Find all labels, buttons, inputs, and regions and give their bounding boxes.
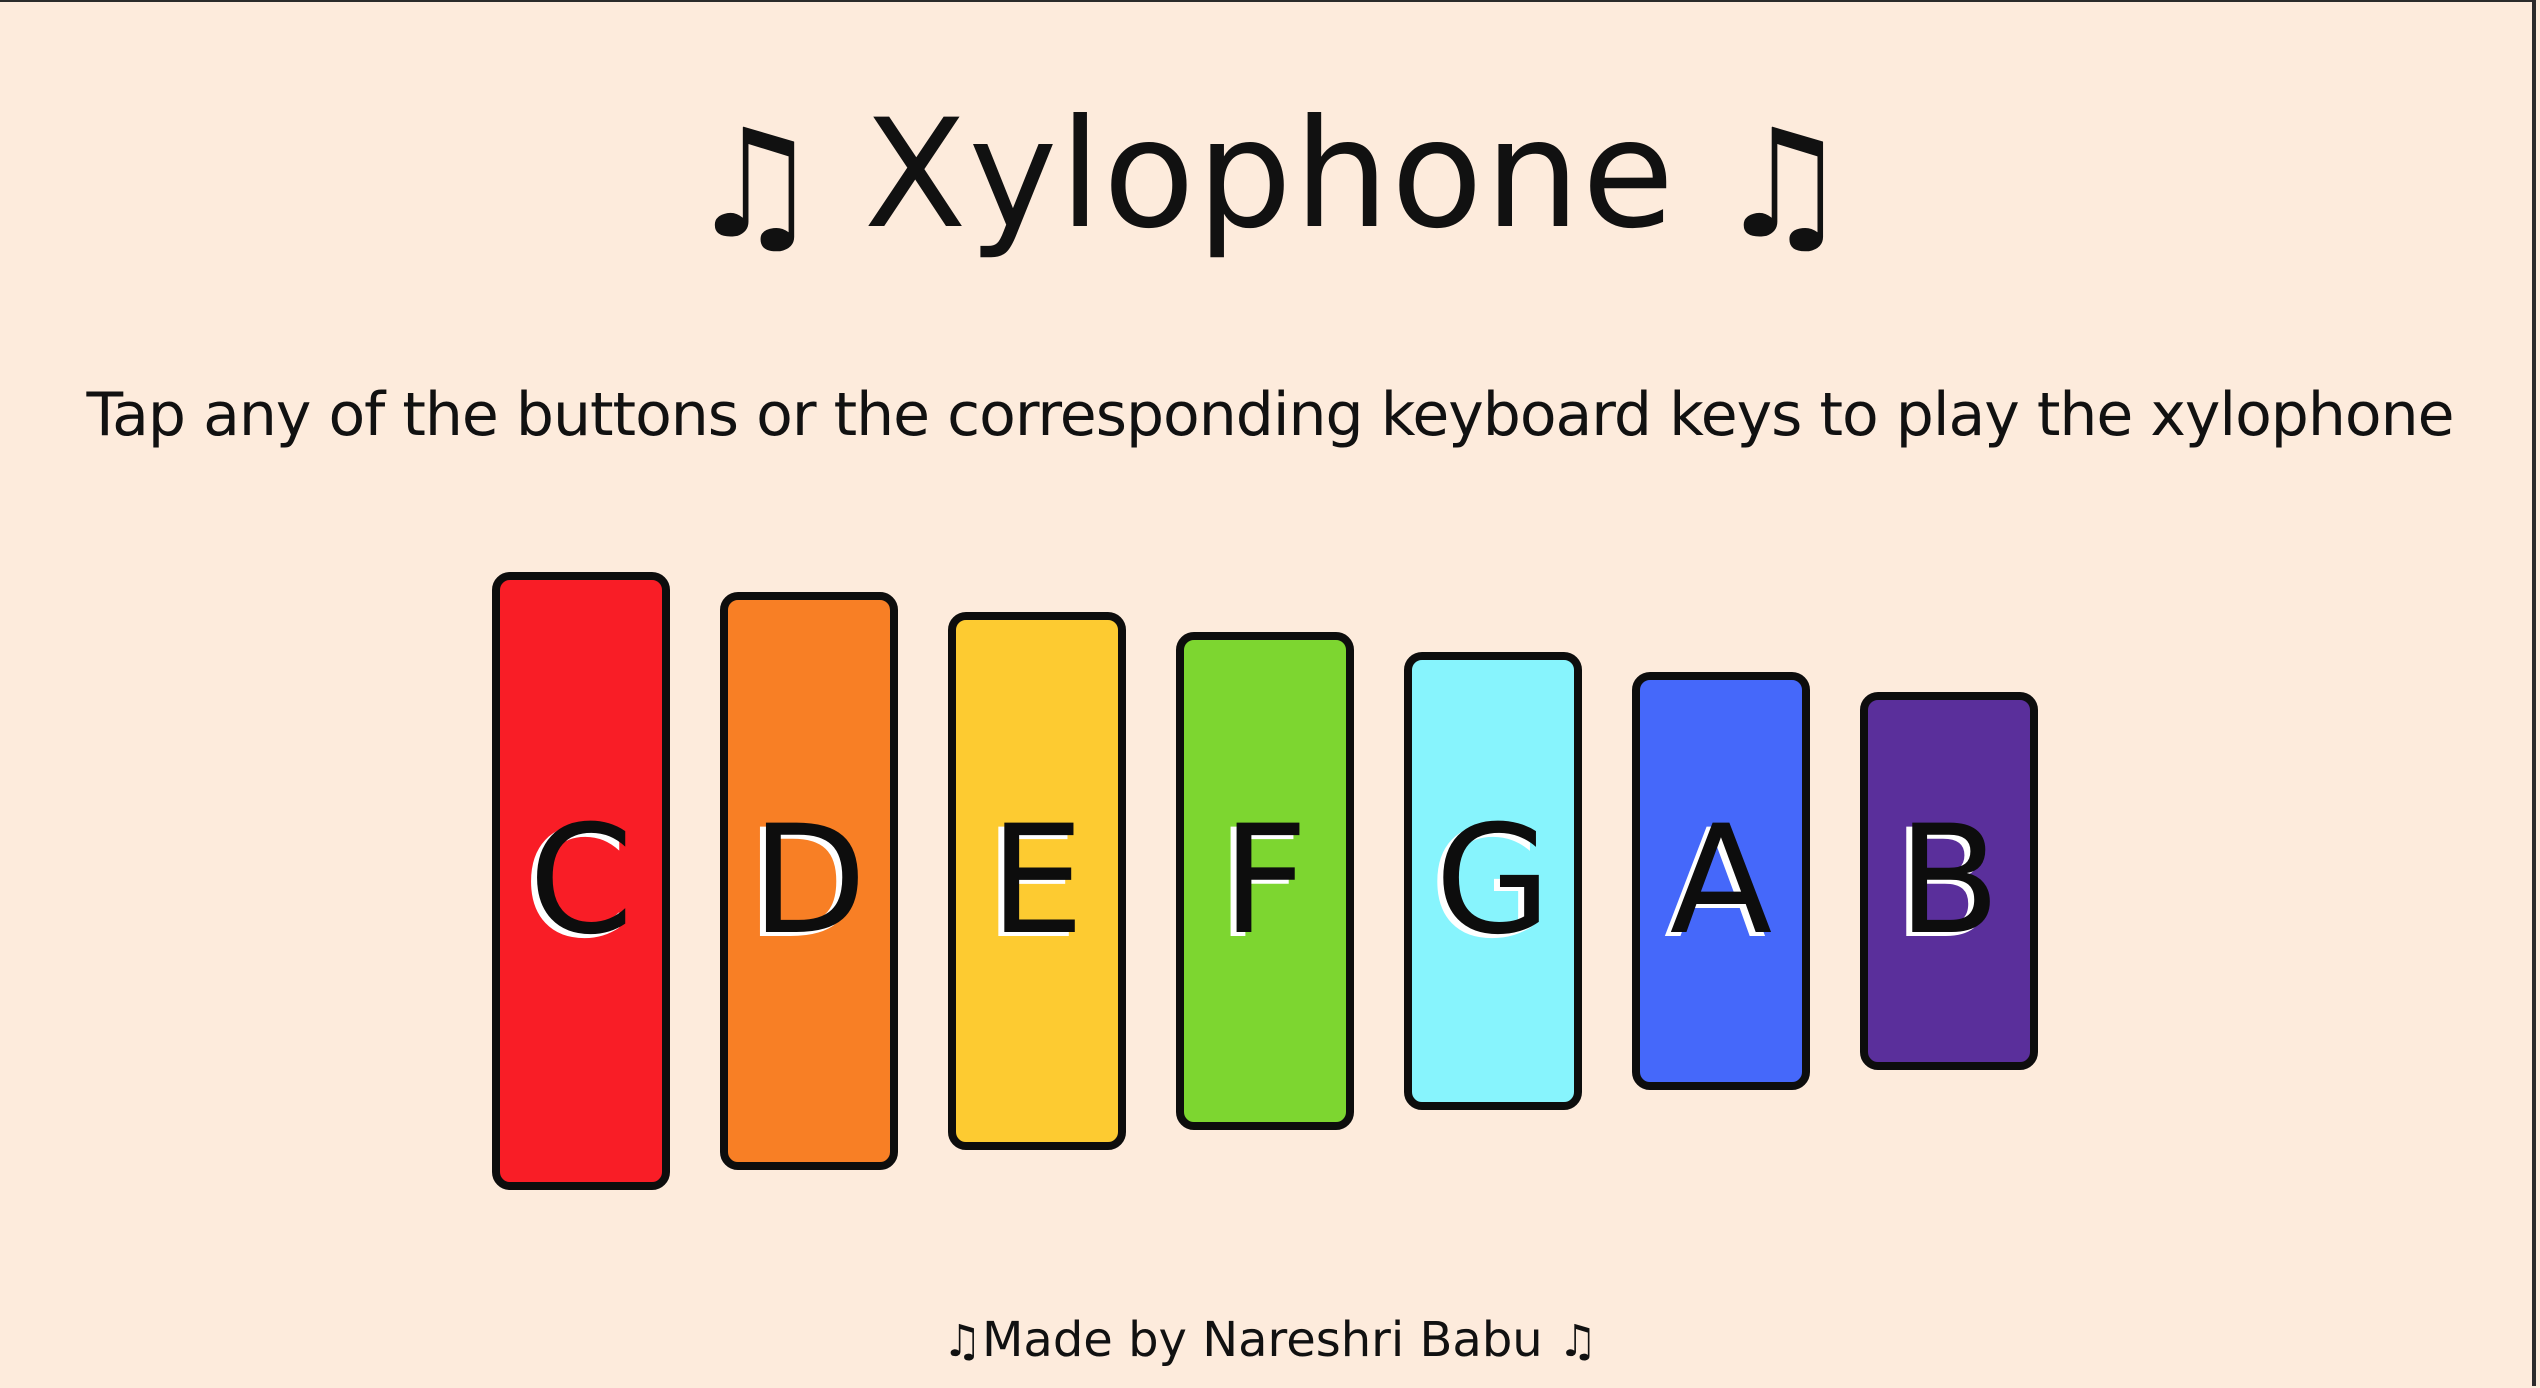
key-c-button[interactable]: C: [492, 572, 670, 1190]
music-note-icon: ♫: [1558, 1316, 1598, 1367]
key-f-button[interactable]: F: [1176, 632, 1354, 1130]
key-d-button[interactable]: D: [720, 592, 898, 1170]
key-e-button[interactable]: E: [948, 612, 1126, 1150]
music-note-icon: ♫: [942, 1316, 982, 1367]
key-label: D: [751, 794, 867, 968]
footer-credit: Made by Nareshri Babu: [981, 1312, 1543, 1368]
key-b-button[interactable]: B: [1860, 692, 2038, 1070]
key-label: F: [1221, 794, 1309, 968]
footer: ♫Made by Nareshri Babu ♫: [0, 1305, 2540, 1377]
key-a-button[interactable]: A: [1632, 672, 1810, 1090]
key-label: C: [528, 794, 634, 968]
key-label: B: [1897, 794, 2001, 968]
xylophone-keys: C D E F G A B: [0, 0, 2540, 1388]
key-g-button[interactable]: G: [1404, 652, 1582, 1110]
key-label: A: [1669, 794, 1773, 968]
key-label: E: [989, 794, 1085, 968]
key-label: G: [1434, 794, 1552, 968]
